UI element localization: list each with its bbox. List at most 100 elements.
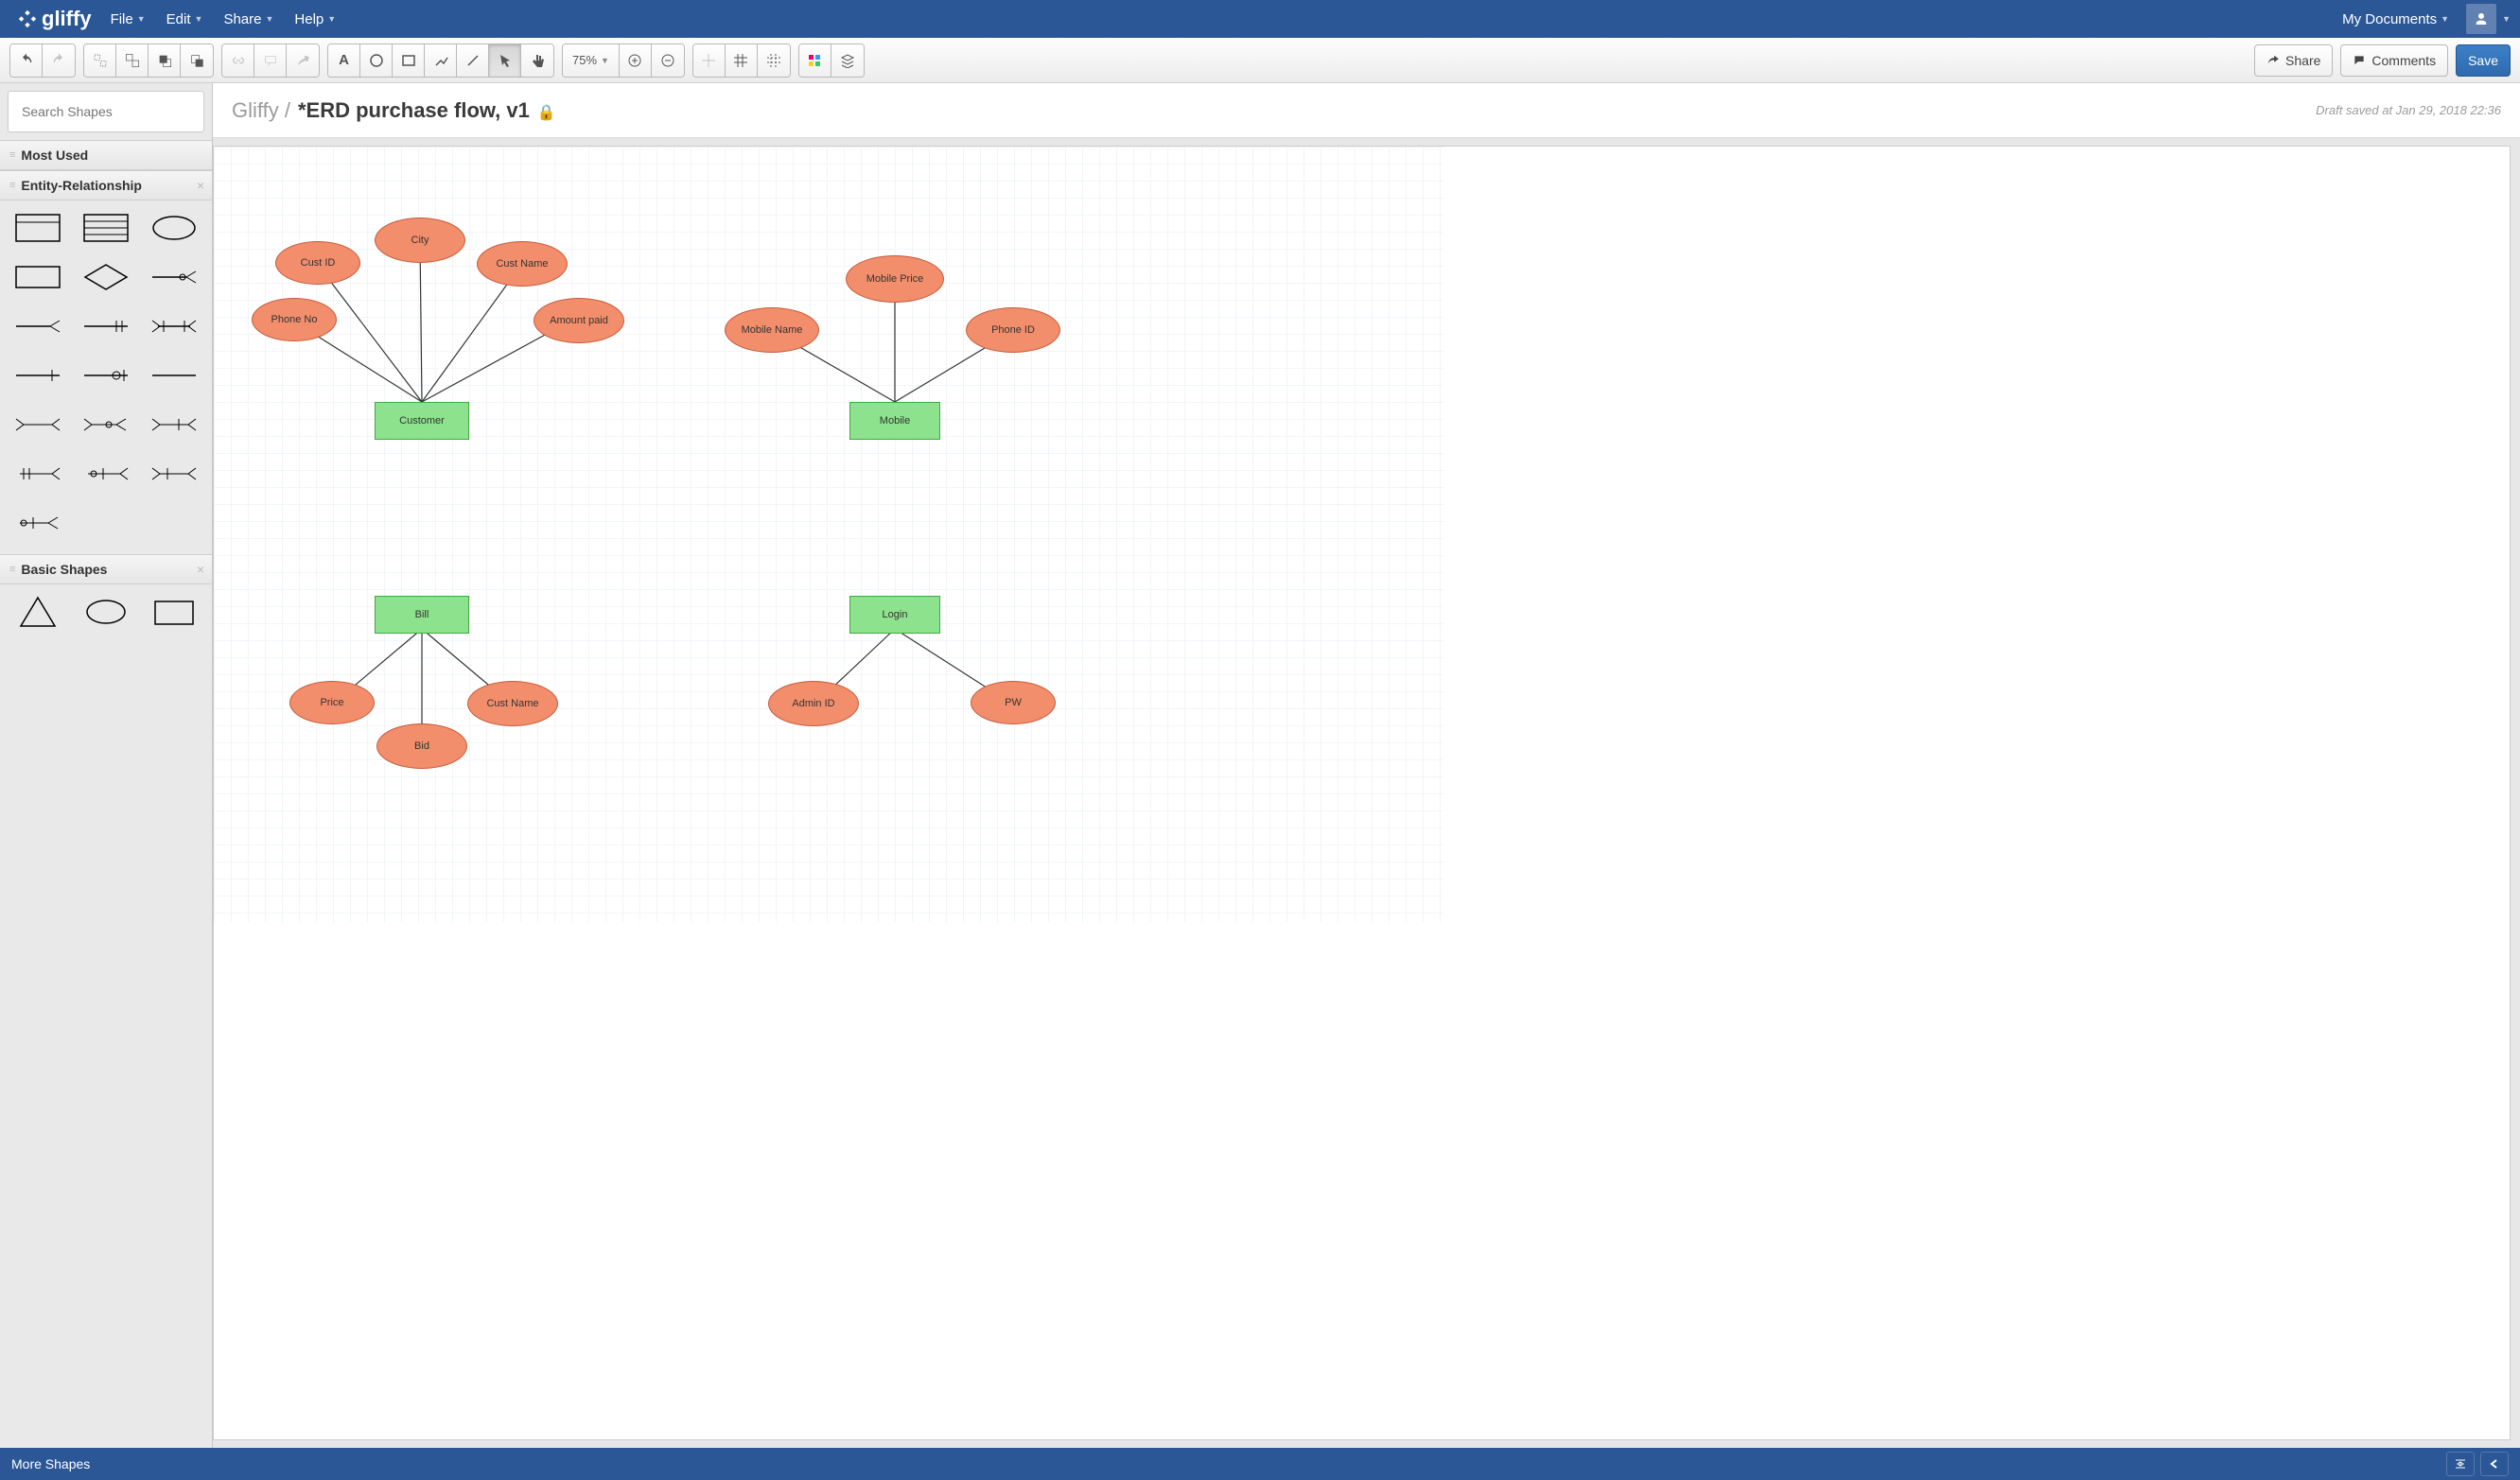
attr-cust-name[interactable]: Cust Name [477,241,568,287]
ellipse-icon [369,53,384,68]
attr-bill-cust-name[interactable]: Cust Name [467,681,558,726]
basic-shape-rect[interactable] [144,594,204,630]
redo-button[interactable] [43,44,75,77]
er-shape-plain[interactable] [144,357,204,393]
ungroup-button[interactable] [116,44,149,77]
basic-shape-triangle[interactable] [8,594,68,630]
attr-city[interactable]: City [375,218,465,263]
breadcrumb[interactable]: Gliffy / [232,98,290,123]
theme-button[interactable] [799,44,831,77]
attr-bid[interactable]: Bid [376,723,467,769]
snap-grid-button[interactable] [693,44,726,77]
zoom-in-button[interactable] [620,44,652,77]
er-shape-bar-crow[interactable] [8,456,68,492]
attr-phone-id[interactable]: Phone ID [966,307,1060,353]
er-shape-ellipse[interactable] [144,210,204,246]
er-shape-one[interactable] [8,357,68,393]
popup-icon [295,53,310,68]
er-shape-entity[interactable] [8,210,68,246]
attr-cust-id[interactable]: Cust ID [275,241,360,285]
undo-button[interactable] [10,44,43,77]
basic-shape-ellipse[interactable] [76,594,136,630]
main: ≡Most Used ≡Entity-Relationship× [0,83,2520,1448]
menu-file[interactable]: File▼ [101,4,155,35]
er-shape-crow-o[interactable] [76,407,136,443]
panel-most-used[interactable]: ≡Most Used [0,140,212,170]
rect-tool-button[interactable] [393,44,425,77]
er-shape-one-many[interactable] [144,259,204,295]
entity-login[interactable]: Login [849,596,940,634]
ellipse-tool-button[interactable] [360,44,393,77]
attr-admin-id[interactable]: Admin ID [768,681,859,726]
panel-basic-shapes[interactable]: ≡Basic Shapes× [0,554,212,584]
group-icon [93,53,108,68]
er-shape-crow-bar[interactable] [144,407,204,443]
menu-edit[interactable]: Edit▼ [157,4,213,35]
hide-sidebar-button[interactable] [2480,1452,2509,1476]
menu-share[interactable]: Share▼ [214,4,283,35]
connector-tool-button[interactable] [425,44,457,77]
more-shapes-link[interactable]: More Shapes [11,1456,90,1471]
popup-button[interactable] [287,44,319,77]
close-icon[interactable]: × [197,562,204,577]
attr-amount-paid[interactable]: Amount paid [534,298,624,343]
link-icon [231,53,246,68]
comments-button[interactable]: Comments [2340,44,2448,77]
zoom-dropdown[interactable]: 75%▼ [563,44,620,77]
canvas-column: Gliffy / *ERD purchase flow, v1 🔒 Draft … [213,83,2520,1448]
er-shape-o-crow[interactable] [8,505,68,541]
er-shape-rect[interactable] [8,259,68,295]
bring-front-button[interactable] [149,44,181,77]
chevron-down-icon: ▼ [601,56,609,65]
logo-text: gliffy [42,7,92,31]
ungroup-icon [125,53,140,68]
layers-button[interactable] [831,44,864,77]
attr-pw[interactable]: PW [971,681,1056,724]
doc-header: Gliffy / *ERD purchase flow, v1 🔒 Draft … [213,83,2520,138]
er-shape-zero-one[interactable] [76,357,136,393]
send-back-button[interactable] [181,44,213,77]
note-button[interactable] [254,44,287,77]
menu-help[interactable]: Help▼ [285,4,345,35]
collapse-panel-button[interactable] [2446,1452,2475,1476]
doc-title[interactable]: *ERD purchase flow, v1 [298,98,530,123]
save-button[interactable]: Save [2456,44,2511,77]
zoom-out-icon [660,53,675,68]
user-avatar[interactable] [2466,4,2496,34]
group-button[interactable] [84,44,116,77]
er-shape-o-bar-crow[interactable] [76,456,136,492]
pan-tool-button[interactable] [521,44,553,77]
er-shape-many[interactable] [8,308,68,344]
connections [214,147,1444,922]
attr-mobile-name[interactable]: Mobile Name [725,307,819,353]
line-icon [465,53,481,68]
entity-mobile[interactable]: Mobile [849,402,940,440]
text-tool-button[interactable]: A [328,44,360,77]
attr-price[interactable]: Price [289,681,375,724]
er-shape-entity-rows[interactable] [76,210,136,246]
sidebar: ≡Most Used ≡Entity-Relationship× [0,83,213,1448]
link-button[interactable] [222,44,254,77]
canvas-wrap[interactable]: Phone No Cust ID City Cust Name Amount p… [213,146,2511,1440]
attr-phone-no[interactable]: Phone No [252,298,337,341]
zoom-out-button[interactable] [652,44,684,77]
canvas[interactable]: Phone No Cust ID City Cust Name Amount p… [214,147,1444,922]
show-grid-button[interactable] [726,44,758,77]
menu-my-documents[interactable]: My Documents▼ [2333,4,2459,35]
entity-bill[interactable]: Bill [375,596,469,634]
er-shape-diamond[interactable] [76,259,136,295]
pointer-icon [498,53,513,68]
attr-mobile-price[interactable]: Mobile Price [846,255,944,303]
er-shape-crow[interactable] [8,407,68,443]
guides-button[interactable] [758,44,790,77]
close-icon[interactable]: × [197,178,204,193]
er-shape-one-one[interactable] [76,308,136,344]
share-button[interactable]: Share [2254,44,2333,77]
er-shape-bar-crow2[interactable] [144,456,204,492]
panel-entity-relationship[interactable]: ≡Entity-Relationship× [0,170,212,200]
er-shape-many-many[interactable] [144,308,204,344]
entity-customer[interactable]: Customer [375,402,469,440]
search-input[interactable] [16,99,199,124]
line-tool-button[interactable] [457,44,489,77]
pointer-tool-button[interactable] [489,44,521,77]
